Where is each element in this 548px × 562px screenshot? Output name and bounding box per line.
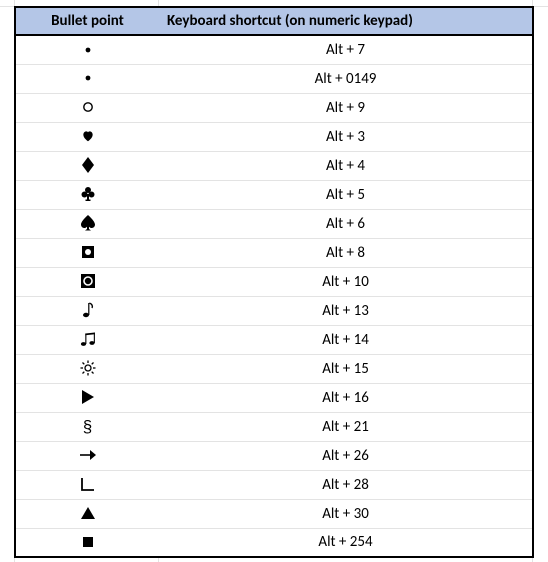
square-inverse-circle-icon: [81, 273, 95, 290]
symbol-cell: [15, 383, 159, 412]
shortcut-cell: Alt + 254: [159, 528, 533, 557]
table-row: Alt + 10: [15, 267, 533, 296]
section-sign-icon: §: [83, 419, 92, 436]
symbol-cell: [15, 528, 159, 557]
shortcut-table: Bullet point Keyboard shortcut (on numer…: [14, 6, 534, 558]
shortcut-cell: Alt + 0149: [159, 64, 533, 93]
shortcut-cell: Alt + 30: [159, 499, 533, 528]
shortcut-cell: Alt + 5: [159, 180, 533, 209]
table-row: Alt + 14: [15, 325, 533, 354]
symbol-cell: [15, 441, 159, 470]
symbol-cell: [15, 35, 159, 64]
shortcut-cell: Alt + 14: [159, 325, 533, 354]
symbol-cell: [15, 238, 159, 267]
symbol-cell: [15, 122, 159, 151]
circle-outline-icon: [82, 99, 94, 116]
symbol-cell: [15, 499, 159, 528]
table-row: Alt + 16: [15, 383, 533, 412]
shortcut-cell: Alt + 28: [159, 470, 533, 499]
eighth-note-icon: [82, 302, 94, 319]
shortcut-cell: Alt + 15: [159, 354, 533, 383]
symbol-cell: [15, 151, 159, 180]
symbol-cell: §: [15, 412, 159, 441]
symbol-cell: [15, 470, 159, 499]
table-row: Alt + 9: [15, 93, 533, 122]
table-row: § Alt + 21: [15, 412, 533, 441]
table-row: Alt + 3: [15, 122, 533, 151]
table-header-row: Bullet point Keyboard shortcut (on numer…: [15, 7, 533, 35]
bullet-small-icon: [83, 70, 93, 87]
table-row: Alt + 28: [15, 470, 533, 499]
sun-outline-icon: [80, 360, 96, 377]
table-row: Alt + 5: [15, 180, 533, 209]
shortcut-cell: Alt + 13: [159, 296, 533, 325]
club-solid-icon: [81, 186, 95, 203]
symbol-cell: [15, 64, 159, 93]
symbol-cell: [15, 325, 159, 354]
table-row: Alt + 26: [15, 441, 533, 470]
shortcut-cell: Alt + 9: [159, 93, 533, 122]
symbol-cell: [15, 180, 159, 209]
diamond-solid-icon: [82, 157, 94, 174]
spade-solid-icon: [81, 215, 95, 232]
header-bullet-point: Bullet point: [15, 7, 159, 35]
square-solid-small-icon: [83, 533, 93, 550]
heart-solid-icon: [81, 128, 95, 145]
triangle-right-icon: [82, 389, 94, 406]
shortcut-cell: Alt + 21: [159, 412, 533, 441]
table-row: Alt + 13: [15, 296, 533, 325]
table-row: Alt + 0149: [15, 64, 533, 93]
shortcut-cell: Alt + 4: [159, 151, 533, 180]
shortcut-cell: Alt + 16: [159, 383, 533, 412]
symbol-cell: [15, 267, 159, 296]
bullet-small-icon: [83, 41, 93, 58]
table-row: Alt + 6: [15, 209, 533, 238]
symbol-cell: [15, 354, 159, 383]
table-row: Alt + 254: [15, 528, 533, 557]
shortcut-cell: Alt + 6: [159, 209, 533, 238]
beamed-notes-icon: [80, 331, 96, 348]
table-row: Alt + 7: [15, 35, 533, 64]
table-row: Alt + 4: [15, 151, 533, 180]
symbol-cell: [15, 93, 159, 122]
shortcut-cell: Alt + 7: [159, 35, 533, 64]
square-inverse-bullet-icon: [82, 244, 94, 261]
table-row: Alt + 30: [15, 499, 533, 528]
table-row: Alt + 8: [15, 238, 533, 267]
symbol-cell: [15, 296, 159, 325]
triangle-up-icon: [81, 505, 95, 522]
shortcut-cell: Alt + 10: [159, 267, 533, 296]
right-angle-icon: [81, 476, 95, 493]
arrow-right-icon: [80, 447, 96, 464]
shortcut-cell: Alt + 8: [159, 238, 533, 267]
shortcut-cell: Alt + 26: [159, 441, 533, 470]
shortcut-table-container: Bullet point Keyboard shortcut (on numer…: [14, 6, 532, 558]
symbol-cell: [15, 209, 159, 238]
header-keyboard-shortcut: Keyboard shortcut (on numeric keypad): [159, 7, 533, 35]
shortcut-cell: Alt + 3: [159, 122, 533, 151]
table-row: Alt + 15: [15, 354, 533, 383]
